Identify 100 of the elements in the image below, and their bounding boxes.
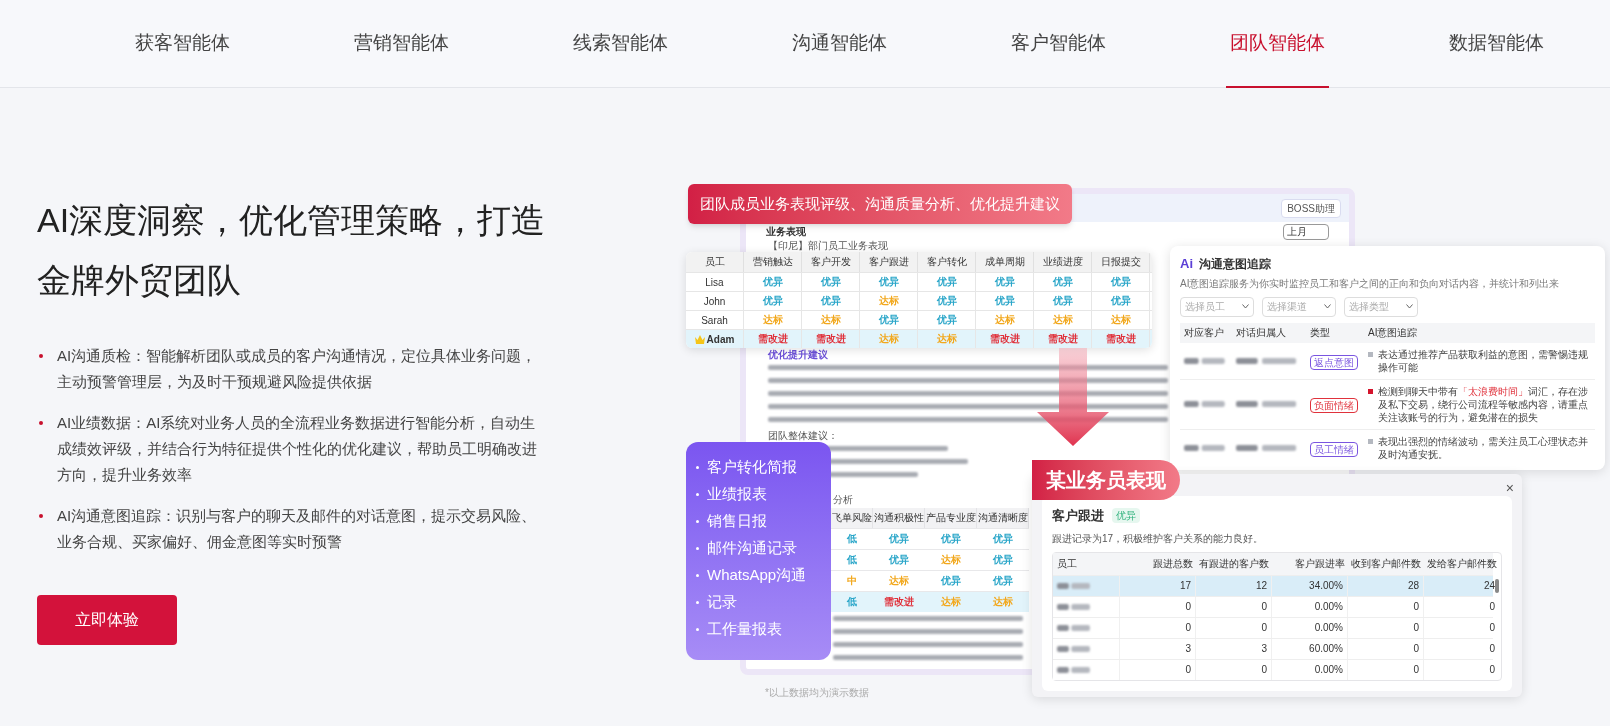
- report-type: 工作量报表: [707, 619, 782, 640]
- hero-title: AI深度洞察，优化管理策略，打造金牌外贸团队: [37, 200, 547, 301]
- employee-name: Lisa: [705, 275, 724, 290]
- intent-tag: 负面情绪: [1310, 398, 1358, 413]
- table-cell-text: 优异: [992, 574, 1014, 588]
- table-cell: 0.00%: [1271, 617, 1347, 638]
- table-cell-text: 达标: [992, 595, 1014, 609]
- table-cell-text: 低: [846, 532, 858, 546]
- table-cell: 0: [1423, 617, 1499, 638]
- blurred-text-drawing: [1236, 443, 1298, 452]
- bullet-icon: [696, 628, 699, 631]
- section-title: 业务表现: [766, 226, 806, 238]
- section-title: 客户跟进: [1052, 507, 1104, 525]
- nav-tab[interactable]: 营销智能体: [350, 0, 453, 88]
- blurred-text-drawing: [1057, 581, 1091, 590]
- bullet-icon: [696, 574, 699, 577]
- table-cell: 0: [1423, 596, 1499, 617]
- table-cell: 0: [1119, 596, 1195, 617]
- nav-tab[interactable]: 团队智能体: [1226, 0, 1329, 88]
- intent-text: 检测到聊天中带有「太浪费时间」词汇，存在涉及私下交易，绕行公司流程等敏感内容，请重点关注该账号的行为，避免潜在的损失: [1378, 384, 1589, 424]
- table-header-cell-text: 跟进总数: [1152, 556, 1194, 571]
- employee-name: Sarah: [701, 313, 728, 328]
- employee-name: Adam: [706, 332, 735, 347]
- bullet-icon: [696, 466, 699, 469]
- table-cell: 3: [1195, 638, 1271, 659]
- blurred-text-drawing: [1236, 400, 1298, 408]
- report-type: 邮件沟通记录: [707, 538, 797, 559]
- table-cell: 0: [1423, 638, 1499, 659]
- table-cell: 34.00%: [1271, 575, 1347, 596]
- card-subtitle: AI意图追踪服务为你实时监控员工和客户之间的正向和负向对话内容，并统计和列出来: [1180, 276, 1561, 291]
- chevron-down-icon: [1324, 304, 1331, 309]
- bullet-icon: [39, 514, 43, 518]
- table-cell-text: 中: [846, 574, 858, 588]
- assistant-badge[interactable]: BOSS助理: [1281, 198, 1341, 218]
- table-cell-text: 优异: [992, 532, 1014, 546]
- feature-description: AI业绩数据：AI系统对业务人员的全流程业务数据进行智能分析，自动生成绩效评级，并结合行为特征提供个性化的优化建议，帮助员工明确改进方向，提升业务效率: [57, 413, 538, 485]
- table-header-cell-text: 收到客户邮件数: [1350, 556, 1422, 571]
- feature-description: AI沟通意图追踪：识别与客户的聊天及邮件的对话意图，提示交易风险、业务合规、买家偏好、佣金意图等实时预警: [57, 506, 538, 552]
- table-cell-text: 需改进: [883, 595, 915, 609]
- table-cell-text: 优异: [888, 553, 910, 567]
- nav-tab[interactable]: 客户智能体: [1007, 0, 1110, 88]
- card-title: 沟通意图追踪: [1199, 255, 1271, 273]
- table-cell: 达标: [918, 330, 976, 348]
- table-cell: 需改进: [802, 330, 860, 348]
- member-tag: 某业务员表现: [1032, 460, 1180, 500]
- intent-tag: 返点意图: [1310, 354, 1358, 370]
- report-type: 客户转化简报: [707, 457, 797, 478]
- table-cell: 0: [1423, 659, 1499, 680]
- table-cell: 需改进: [744, 330, 802, 348]
- table-cell-text: 低: [846, 553, 858, 567]
- blurred-text-drawing: [1184, 400, 1226, 408]
- table-cell: 达标: [860, 330, 918, 348]
- period-select[interactable]: 上月: [1283, 224, 1329, 240]
- table-cell: 0.00%: [1271, 659, 1347, 680]
- blurred-text-drawing: [1057, 623, 1091, 632]
- table-cell: 0: [1347, 659, 1423, 680]
- table-cell-text: 低: [846, 595, 858, 609]
- feature-description: AI沟通质检：智能解析团队或成员的客户沟通情况，定位具体业务问题，主动预警管理层，为及时干预规避风险提供依据: [57, 346, 538, 392]
- table-header-cell-text: 对话归属人: [1236, 325, 1287, 340]
- intent-tag: 员工情绪: [1310, 441, 1358, 457]
- nav-tab[interactable]: 数据智能体: [1445, 0, 1548, 88]
- ai-logo: Ai: [1180, 255, 1193, 273]
- blurred-text-drawing: [1057, 665, 1091, 674]
- table-cell-text: 优异: [992, 553, 1014, 567]
- try-now-button[interactable]: 立即体验: [37, 595, 177, 645]
- nav-tab[interactable]: 沟通智能体: [788, 0, 891, 88]
- bullet-icon: [696, 493, 699, 496]
- table-cell-text: 达标: [888, 574, 910, 588]
- table-cell: 0: [1195, 596, 1271, 617]
- grade-badge: 优异: [1112, 508, 1140, 524]
- close-button[interactable]: ×: [1505, 478, 1514, 499]
- report-subtitle: 【印尼】部门员工业务表现: [768, 240, 888, 252]
- nav-tab[interactable]: 线索智能体: [569, 0, 672, 88]
- intent-text: 表达通过推荐产品获取利益的意图，需警惕违规操作可能: [1378, 347, 1589, 374]
- section-label: 分析: [833, 493, 853, 507]
- table-cell: 0: [1119, 659, 1195, 680]
- nav-tab[interactable]: 获客智能体: [131, 0, 234, 88]
- table-header-cell-text: 对应客户: [1184, 325, 1225, 340]
- blurred-text-drawing: [1057, 644, 1091, 653]
- blurred-text-drawing: [1057, 602, 1091, 611]
- blurred-text-drawing: [1236, 356, 1298, 365]
- table-header-cell-text: 发给客户邮件数: [1426, 556, 1498, 571]
- table-cell: 3: [1119, 638, 1195, 659]
- table-header-cell-text: 客户跟进率: [1294, 556, 1346, 571]
- chevron-down-icon: [1242, 304, 1249, 309]
- table-cell: 0: [1195, 617, 1271, 638]
- scrollbar[interactable]: [1495, 578, 1499, 593]
- bullet-icon: [39, 421, 43, 425]
- feature-banner: 团队成员业务表现评级、沟通质量分析、优化提升建议: [688, 184, 1072, 224]
- table-cell-text: 优异: [940, 532, 962, 546]
- table-cell: 0: [1347, 638, 1423, 659]
- table-cell: 60.00%: [1271, 638, 1347, 659]
- report-type: 记录: [707, 592, 737, 613]
- intent-text: 表现出强烈的情绪波动，需关注员工心理状态并及时沟通安抚。: [1378, 434, 1589, 461]
- table-cell: 需改进: [1092, 330, 1150, 348]
- team-advice-heading: 团队整体建议：: [768, 429, 838, 443]
- bullet-icon: [696, 520, 699, 523]
- blurred-text-drawing: [1184, 443, 1226, 452]
- report-type: WhatsApp沟通: [707, 565, 807, 586]
- table-cell-text: 优异: [940, 574, 962, 588]
